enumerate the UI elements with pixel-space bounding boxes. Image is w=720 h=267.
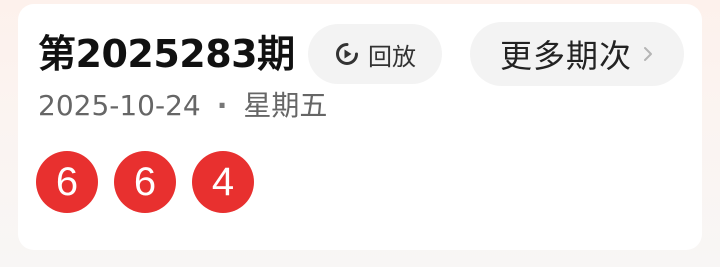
- chevron-right-icon: [642, 44, 654, 64]
- number-ball: 4: [192, 151, 254, 213]
- replay-button[interactable]: 回放: [308, 24, 442, 84]
- draw-result-card: 第2025283期 回放 更多期次 2025-10-24 · 星期五 6 6 4: [18, 4, 702, 250]
- more-issues-button[interactable]: 更多期次: [470, 22, 684, 86]
- winning-numbers: 6 6 4: [36, 151, 270, 213]
- date-separator: ·: [216, 89, 228, 122]
- draw-date-line: 2025-10-24 · 星期五: [38, 86, 327, 126]
- draw-date: 2025-10-24: [38, 89, 201, 122]
- play-circle-icon: [334, 41, 360, 67]
- number-ball: 6: [36, 151, 98, 213]
- issue-title: 第2025283期: [38, 32, 295, 76]
- draw-weekday: 星期五: [243, 89, 328, 122]
- number-ball: 6: [114, 151, 176, 213]
- more-issues-label: 更多期次: [499, 37, 632, 75]
- replay-label: 回放: [368, 42, 416, 71]
